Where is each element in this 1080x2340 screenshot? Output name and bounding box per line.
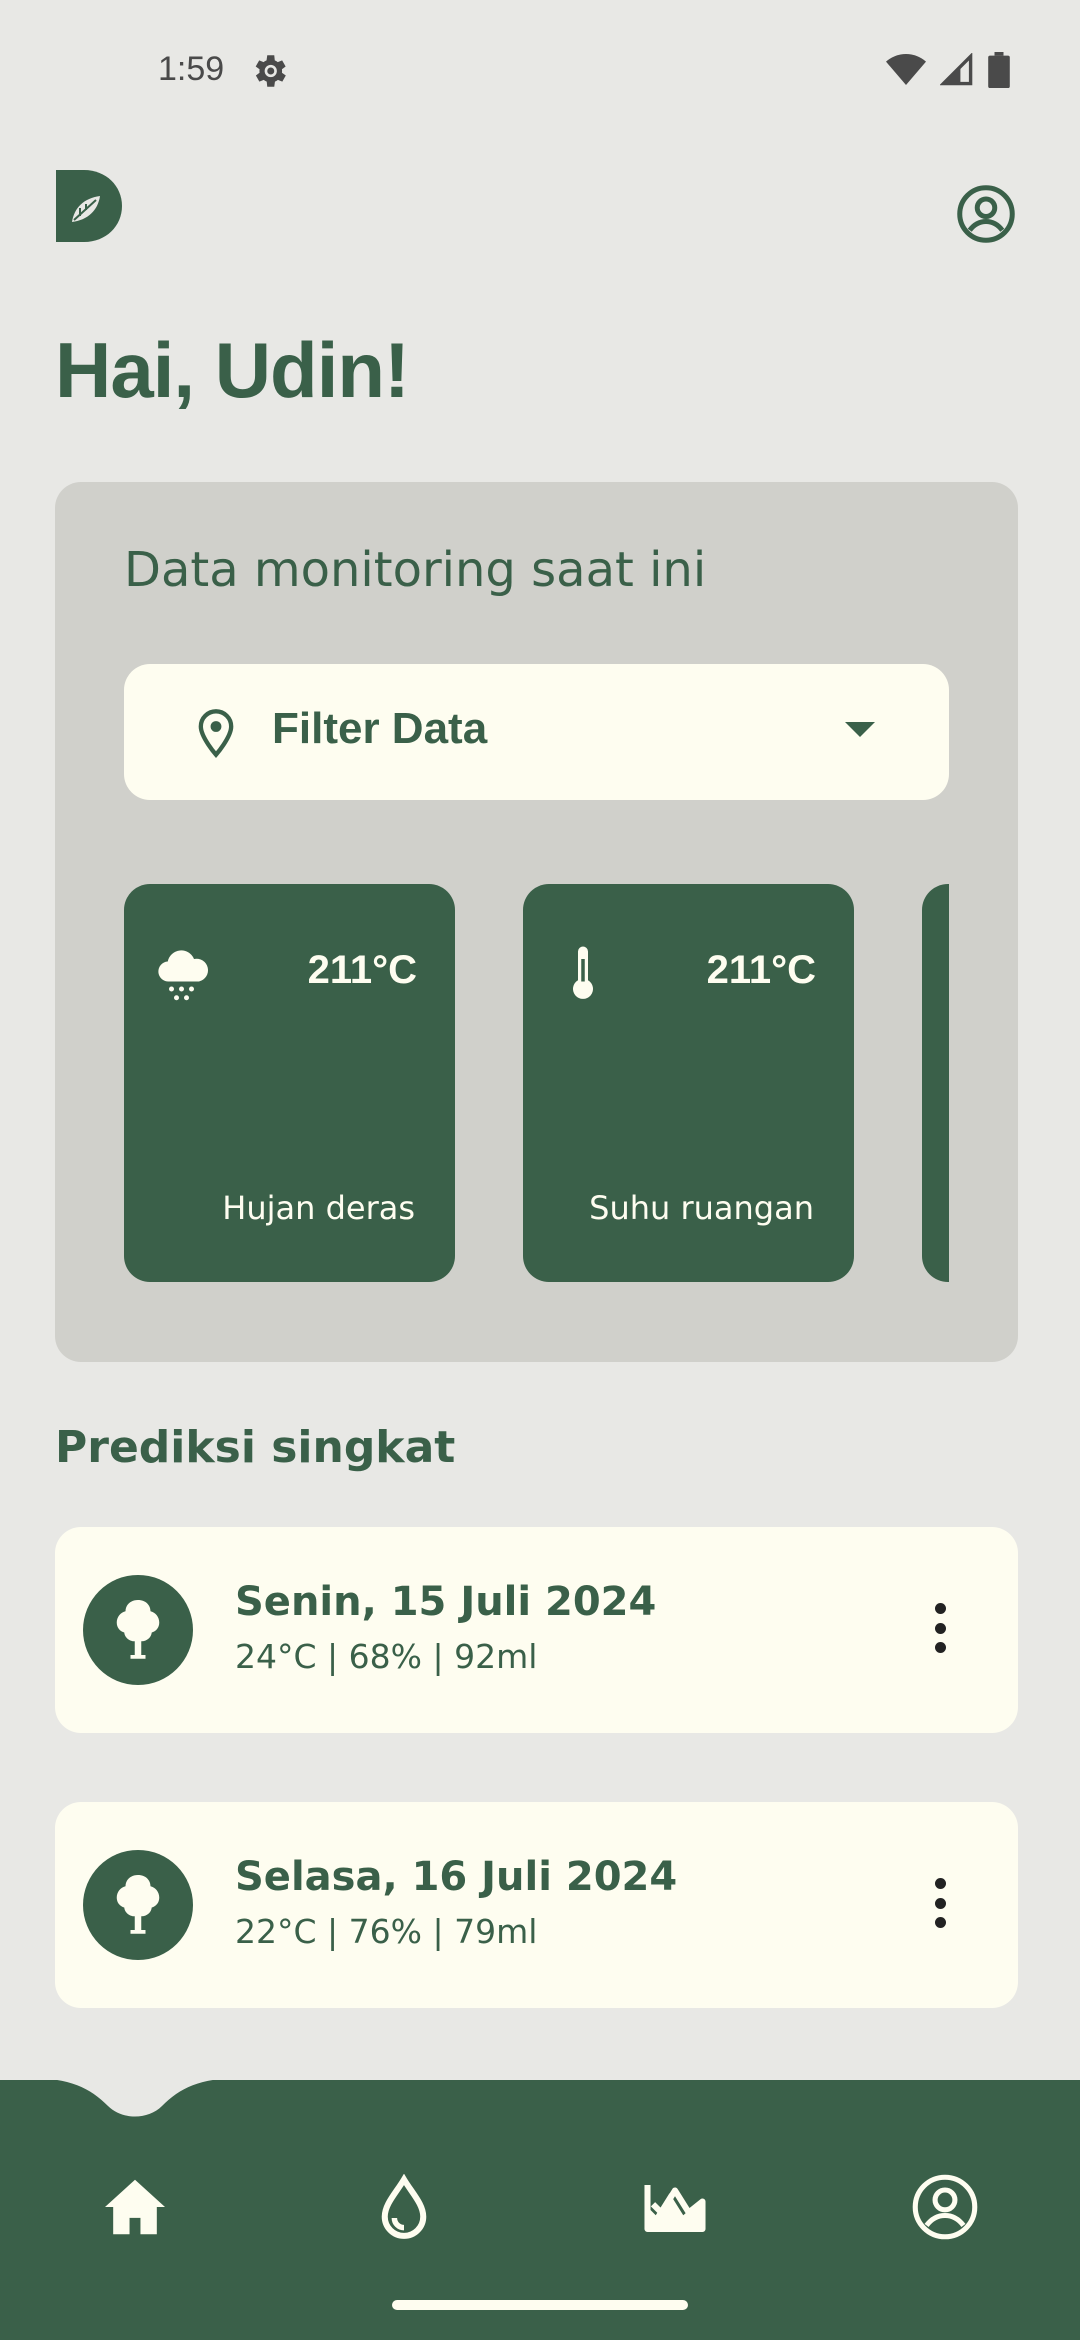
prediction-stats: 24°C | 68% | 92ml <box>235 1637 538 1676</box>
prediction-stats: 22°C | 76% | 79ml <box>235 1912 538 1951</box>
temperature-label: Suhu ruangan <box>589 1189 814 1227</box>
prediction-avatar <box>83 1850 193 1960</box>
battery-icon <box>988 52 1010 88</box>
nav-chart[interactable] <box>640 2172 710 2242</box>
wifi-icon <box>886 54 926 85</box>
status-time: 1:59 <box>158 50 225 88</box>
location-pin-icon <box>198 709 234 758</box>
rain-value: 211°C <box>307 948 417 992</box>
cell-signal-icon <box>940 53 973 86</box>
greeting-title: Hai, Udin! <box>55 326 410 414</box>
thermometer-icon <box>573 946 593 999</box>
chart-icon <box>644 2185 706 2233</box>
status-bar: 1:59 <box>0 0 1080 140</box>
tree-icon <box>116 1875 160 1934</box>
temperature-value: 211°C <box>706 948 816 992</box>
more-options-icon[interactable] <box>932 1603 948 1653</box>
nav-profile[interactable] <box>910 2172 980 2242</box>
profile-icon <box>912 2174 978 2240</box>
profile-icon[interactable] <box>956 184 1016 244</box>
prediction-date: Senin, 15 Juli 2024 <box>235 1579 657 1625</box>
rain-label: Hujan deras <box>222 1189 415 1227</box>
filter-dropdown[interactable]: Filter Data <box>124 664 949 800</box>
prediction-card[interactable]: Senin, 15 Juli 2024 24°C | 68% | 92ml <box>55 1527 1018 1733</box>
nav-active-indicator <box>30 2078 240 2117</box>
water-drop-icon <box>381 2174 427 2239</box>
app-logo <box>56 170 122 242</box>
filter-label: Filter Data <box>272 704 488 753</box>
home-icon <box>105 2179 165 2235</box>
prediction-avatar <box>83 1575 193 1685</box>
monitor-card-rain[interactable]: 211°C Hujan deras <box>124 884 455 1282</box>
tree-icon <box>116 1600 160 1659</box>
monitor-card-partial[interactable] <box>922 884 949 1282</box>
more-options-icon[interactable] <box>932 1878 948 1928</box>
snow-cloud-icon <box>158 950 209 1001</box>
prediction-card[interactable]: Selasa, 16 Juli 2024 22°C | 76% | 79ml <box>55 1802 1018 2008</box>
prediction-section-title: Prediksi singkat <box>55 1422 456 1473</box>
settings-gear-icon <box>255 55 286 87</box>
status-icons <box>886 52 1010 88</box>
chevron-down-icon <box>845 722 875 737</box>
monitoring-title: Data monitoring saat ini <box>124 542 707 598</box>
gesture-home-indicator[interactable] <box>392 2300 688 2310</box>
prediction-date: Selasa, 16 Juli 2024 <box>235 1854 678 1900</box>
nav-water[interactable] <box>369 2172 439 2242</box>
nav-home[interactable] <box>100 2172 170 2242</box>
monitor-card-temperature[interactable]: 211°C Suhu ruangan <box>523 884 854 1282</box>
